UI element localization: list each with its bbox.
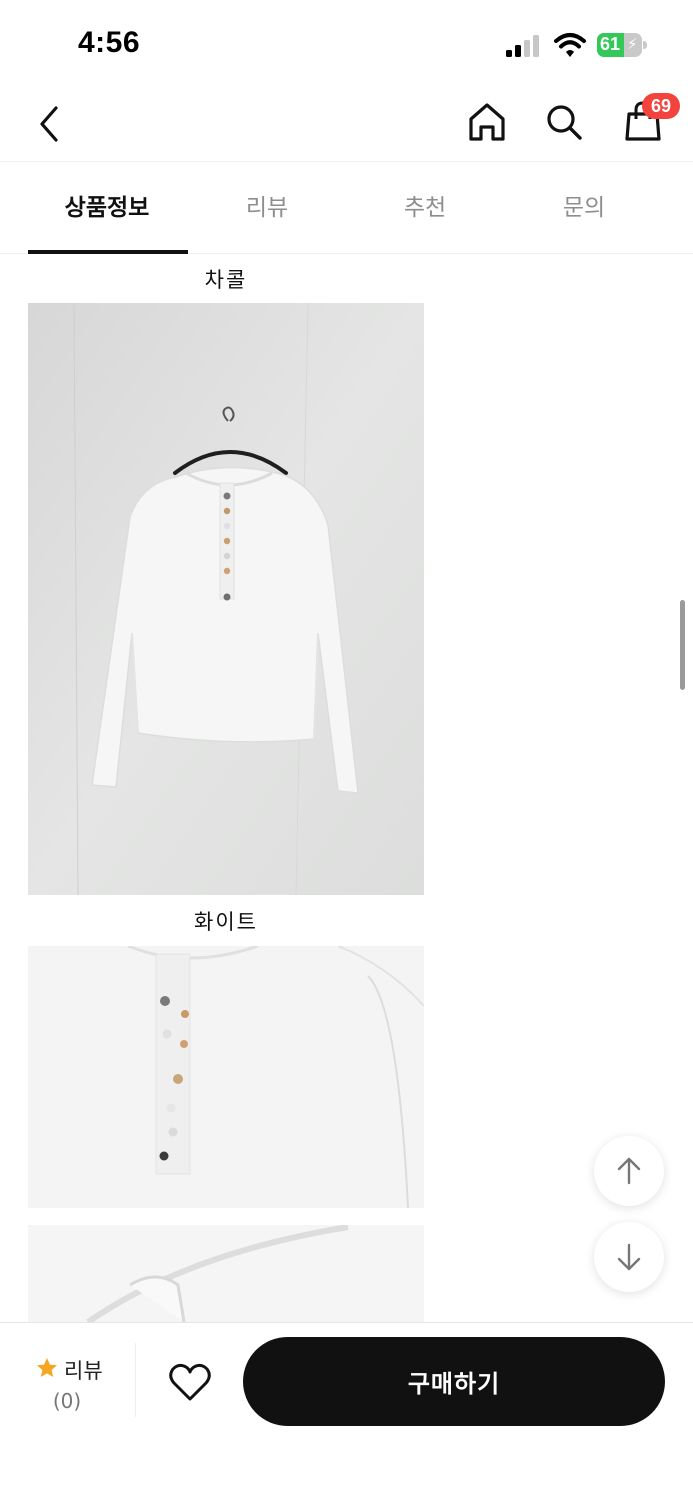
scroll-up-button[interactable] <box>594 1136 664 1206</box>
color-caption-charcoal: 차콜 <box>204 268 248 292</box>
arrow-down-icon <box>617 1243 641 1271</box>
review-label[interactable]: 리뷰 <box>64 1355 103 1385</box>
tab-recommend[interactable]: 추천 <box>346 163 504 254</box>
product-photo-hanger <box>28 303 424 895</box>
tab-inquiry[interactable]: 문의 <box>505 163 663 254</box>
signal-icon <box>506 35 539 57</box>
bottom-action-bar: 리뷰 (0) 구매하기 <box>0 1322 693 1500</box>
battery-icon: 61 ⚡ <box>597 33 647 57</box>
heart-icon[interactable] <box>165 1357 215 1407</box>
status-bar: 4:56 61 ⚡ <box>0 0 693 90</box>
cart-count-badge: 69 <box>642 93 680 119</box>
scroll-down-button[interactable] <box>594 1222 664 1292</box>
status-time: 4:56 <box>78 26 141 59</box>
product-photo-collar-closeup <box>28 1225 424 1322</box>
chevron-left-icon[interactable] <box>30 102 70 146</box>
buy-button[interactable]: 구매하기 <box>243 1337 665 1426</box>
battery-level: 61 <box>600 34 621 54</box>
product-photo-buttons-closeup <box>28 946 424 1208</box>
top-nav <box>0 90 693 162</box>
tab-reviews[interactable]: 리뷰 <box>188 163 346 254</box>
wifi-icon <box>554 33 586 57</box>
tab-product-info[interactable]: 상품정보 <box>28 163 186 254</box>
scrollbar-thumb[interactable] <box>680 600 685 690</box>
product-tabs: 상품정보 리뷰 추천 문의 <box>0 163 693 254</box>
divider <box>135 1343 136 1417</box>
search-icon[interactable] <box>543 100 585 144</box>
home-icon[interactable] <box>466 100 508 144</box>
color-caption-white: 화이트 <box>194 910 258 934</box>
charging-bolt-icon: ⚡ <box>627 35 638 53</box>
star-icon <box>37 1358 57 1377</box>
tab-active-indicator <box>28 250 188 254</box>
arrow-up-icon <box>617 1157 641 1185</box>
review-count: (0) <box>52 1389 82 1413</box>
